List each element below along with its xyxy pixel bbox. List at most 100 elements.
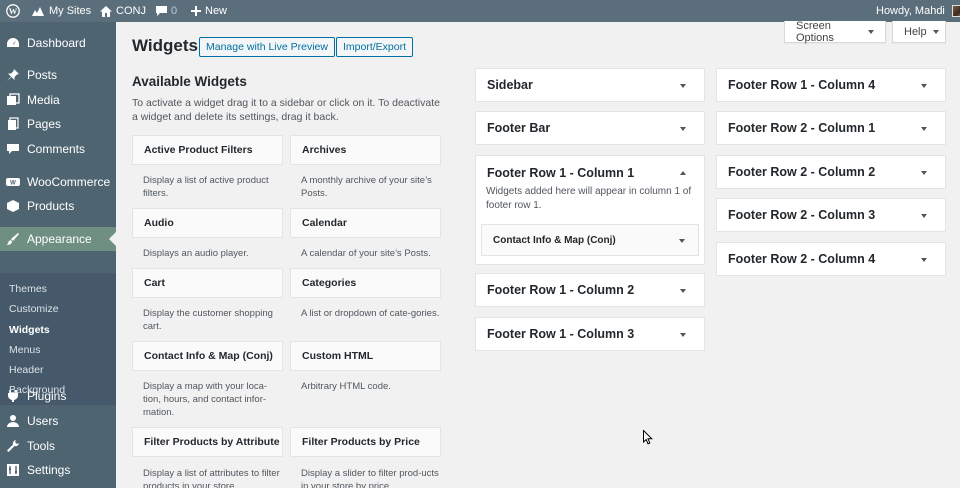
sidebar-area-sidebar[interactable]: Sidebar	[475, 68, 705, 102]
menu-item-label: Comments	[27, 142, 86, 156]
widget-description: A calendar of your site’s Posts.	[301, 248, 431, 259]
caret-down-icon	[680, 84, 686, 88]
sidebar-area-footer-bar[interactable]: Footer Bar	[475, 111, 705, 145]
submenu-item-header[interactable]: Header	[9, 364, 43, 376]
menu-item-products[interactable]: Products	[0, 194, 116, 218]
widget-contact-info-map[interactable]: Contact Info & Map (Conj)	[132, 341, 283, 371]
help-button[interactable]: Help	[892, 21, 946, 43]
widget-filter-by-price[interactable]: Filter Products by Price	[290, 427, 441, 457]
new-content-menu[interactable]: New	[191, 0, 227, 22]
woo-icon: W	[6, 178, 20, 187]
menu-item-label: Settings	[27, 463, 71, 477]
sidebar-area-footer-row-2-column-2[interactable]: Footer Row 2 - Column 2	[716, 155, 946, 189]
plug-icon	[8, 390, 18, 402]
comments-count: 0	[171, 5, 178, 17]
menu-item-label: Appearance	[27, 232, 92, 246]
menu-item-label: Tools	[27, 439, 56, 453]
widget-description: Display a slider to filter prod-ucts in …	[301, 468, 439, 488]
widget-categories[interactable]: Categories	[290, 268, 441, 298]
widget-description: Display the customer shopping cart.	[143, 308, 273, 332]
sidebar-area-footer-row-1-column-2[interactable]: Footer Row 1 - Column 2	[475, 273, 705, 307]
import-export-button[interactable]: Import/Export	[336, 37, 414, 57]
sidebar-area-title: Footer Row 1 - Column 3	[487, 327, 635, 341]
submenu-item-widgets[interactable]: Widgets	[9, 324, 50, 336]
svg-text:W: W	[10, 181, 16, 187]
caret-down-icon[interactable]	[679, 239, 685, 243]
media-icon	[7, 93, 20, 105]
sites-icon	[32, 7, 44, 16]
new-label: New	[205, 5, 228, 17]
sidebar-area-title: Footer Row 1 - Column 1	[487, 166, 635, 180]
caret-up-icon	[680, 171, 686, 175]
widget-description: Display a list of attributes to filter p…	[143, 468, 280, 488]
widget-audio[interactable]: Audio	[132, 208, 283, 238]
menu-item-label: Plugins	[27, 389, 67, 403]
menu-item-plugins[interactable]: Plugins	[0, 384, 116, 408]
submenu-item-themes[interactable]: Themes	[9, 283, 47, 295]
site-name-menu[interactable]: CONJ	[100, 0, 146, 22]
widget-filter-by-attribute[interactable]: Filter Products by Attribute	[132, 427, 283, 457]
menu-item-media[interactable]: Media	[0, 88, 116, 112]
menu-item-woocommerce[interactable]: W WooCommerce	[0, 170, 116, 194]
manage-live-preview-button[interactable]: Manage with Live Preview	[199, 37, 335, 57]
menu-item-dashboard[interactable]: Dashboard	[0, 31, 116, 55]
widget-description: Displays an audio player.	[143, 248, 249, 259]
sidebar-area-footer-row-2-column-1[interactable]: Footer Row 2 - Column 1	[716, 111, 946, 145]
my-sites-label: My Sites	[49, 5, 92, 17]
screen-options-label: Screen Options	[796, 19, 834, 44]
caret-down-icon	[921, 214, 927, 218]
box-icon	[7, 200, 19, 212]
widget-custom-html[interactable]: Custom HTML	[290, 341, 441, 371]
screen-options-button[interactable]: Screen Options	[784, 19, 886, 44]
sidebar-area-footer-row-2-column-3[interactable]: Footer Row 2 - Column 3	[716, 198, 946, 232]
sidebar-area-footer-row-2-column-4[interactable]: Footer Row 2 - Column 4	[716, 242, 946, 276]
site-name-label: CONJ	[116, 5, 146, 17]
caret-down-icon	[921, 258, 927, 262]
menu-item-label: Pages	[27, 117, 62, 131]
menu-item-users[interactable]: Users	[0, 409, 116, 433]
wrench-icon	[7, 440, 19, 452]
menu-item-label: WooCommerce	[27, 175, 111, 189]
caret-down-icon	[921, 127, 927, 131]
sidebar-area-title: Sidebar	[487, 78, 533, 92]
menu-item-settings[interactable]: Settings	[0, 458, 116, 482]
widget-description: Display a map with your loca-tion, hours…	[143, 381, 268, 418]
menu-item-comments[interactable]: Comments	[0, 137, 116, 161]
menu-item-pages[interactable]: Pages	[0, 112, 116, 136]
wordpress-logo-icon[interactable]: W	[6, 0, 20, 22]
widget-archives[interactable]: Archives	[290, 135, 441, 165]
sidebar-area-footer-row-1-column-3[interactable]: Footer Row 1 - Column 3	[475, 317, 705, 351]
widget-active-product-filters[interactable]: Active Product Filters	[132, 135, 283, 165]
menu-item-tools[interactable]: Tools	[0, 434, 116, 458]
comments-menu[interactable]: 0	[156, 0, 177, 22]
menu-item-label: Products	[27, 199, 75, 213]
account-menu[interactable]: Howdy, Mahdi	[876, 0, 960, 22]
user-icon	[7, 415, 19, 427]
widget-calendar[interactable]: Calendar	[290, 208, 441, 238]
caret-down-icon	[868, 29, 874, 34]
comment-icon	[7, 144, 19, 154]
brush-icon	[7, 233, 19, 245]
home-icon	[100, 5, 112, 17]
sidebar-area-description: Widgets added here will appear in column…	[486, 186, 692, 211]
menu-item-label: Users	[27, 414, 59, 428]
sidebar-area-footer-row-1-column-4[interactable]: Footer Row 1 - Column 4	[716, 68, 946, 102]
my-sites-menu[interactable]: My Sites	[31, 0, 91, 22]
menu-item-appearance[interactable]: Appearance	[0, 227, 116, 251]
submenu-item-customize[interactable]: Customize	[9, 303, 59, 315]
comment-bubble-icon	[156, 5, 167, 16]
plus-icon	[191, 6, 201, 16]
sidebar-area-title: Footer Row 2 - Column 2	[728, 165, 876, 179]
submenu-item-menus[interactable]: Menus	[9, 344, 41, 356]
avatar	[951, 5, 960, 17]
page-title: Widgets	[132, 36, 198, 55]
menu-item-label: Dashboard	[27, 36, 86, 50]
caret-down-icon	[680, 333, 686, 337]
caret-down-icon	[680, 289, 686, 293]
widget-description: Arbitrary HTML code.	[301, 381, 391, 392]
caret-down-icon	[680, 127, 686, 131]
widget-cart[interactable]: Cart	[132, 268, 283, 298]
sidebar-area-title: Footer Row 2 - Column 1	[728, 121, 876, 135]
menu-item-posts[interactable]: Posts	[0, 63, 116, 87]
placed-widget-contact-info-map[interactable]: Contact Info & Map (Conj)	[481, 224, 699, 256]
